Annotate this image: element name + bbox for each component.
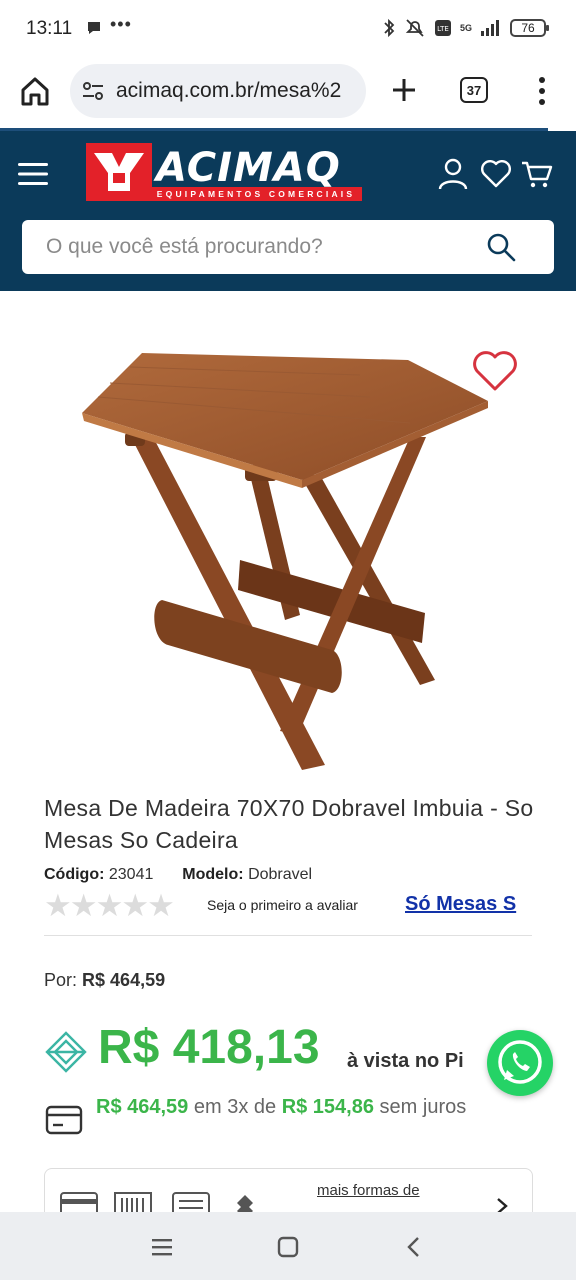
recent-apps-icon[interactable] <box>150 1236 174 1258</box>
status-time: 13:11 <box>26 18 73 39</box>
volte-icon: LTE <box>434 20 451 36</box>
logo-emblem <box>86 143 152 201</box>
divider <box>44 935 532 936</box>
site-logo[interactable]: ACIMAQ EQUIPAMENTOS COMERCIAIS <box>86 143 362 203</box>
model-value: Dobravel <box>248 866 313 883</box>
more-payment-options-link[interactable]: mais formas de <box>317 1182 420 1199</box>
price-label: Por: <box>44 970 78 990</box>
browser-menu-icon[interactable] <box>536 76 548 106</box>
cash-price-suffix: à vista no Pi <box>347 1050 464 1072</box>
whatsapp-button[interactable] <box>487 1030 553 1096</box>
pix-icon <box>45 1031 87 1073</box>
logo-wordmark: ACIMAQ <box>156 145 341 191</box>
svg-text:LTE: LTE <box>437 25 449 33</box>
model-label: Modelo: <box>182 866 244 883</box>
product-meta: Código: 23041 Modelo: Dobravel <box>44 866 312 884</box>
search-input[interactable]: O que você está procurando? <box>22 220 554 274</box>
cash-price: R$ 418,13 <box>98 1021 320 1074</box>
cart-icon[interactable] <box>521 157 553 191</box>
code-label: Código: <box>44 866 105 883</box>
regular-price: Por: R$ 464,59 <box>44 970 165 991</box>
status-bar: 13:11 ••• LTE 5G 76 <box>0 0 576 58</box>
more-notifications-icon: ••• <box>110 14 132 34</box>
signal-icon <box>481 20 499 36</box>
product-image[interactable] <box>70 345 510 775</box>
installment-text: em 3x de <box>193 1096 277 1118</box>
installment-info: R$ 464,59 em 3x de R$ 154,86 sem juros <box>96 1094 526 1121</box>
rating-stars[interactable]: ★★★★★ <box>44 888 175 924</box>
url-text: acimaq.com.br/mesa%2 <box>116 79 342 102</box>
rating-prompt[interactable]: Seja o primeiro a avaliar <box>207 897 358 913</box>
code-value: 23041 <box>108 866 154 883</box>
message-icon <box>88 22 100 34</box>
logo-emblem-icon <box>94 153 144 191</box>
site-settings-icon[interactable] <box>82 81 104 101</box>
status-icons: LTE 5G 76 <box>382 18 549 38</box>
credit-card-icon <box>45 1105 83 1135</box>
wishlist-heart-icon[interactable] <box>480 157 512 191</box>
browser-toolbar: acimaq.com.br/mesa%2 37 <box>0 58 576 130</box>
whatsapp-icon <box>498 1040 542 1084</box>
regular-price-value: R$ 464,59 <box>82 970 166 990</box>
user-account-icon[interactable] <box>437 157 469 191</box>
brand-link[interactable]: Só Mesas S <box>405 893 516 916</box>
installment-total: R$ 464,59 <box>96 1096 189 1118</box>
tab-switcher-button[interactable]: 37 <box>460 77 488 103</box>
site-header: ACIMAQ EQUIPAMENTOS COMERCIAIS O que voc… <box>0 131 576 291</box>
installment-value: R$ 154,86 <box>281 1096 374 1118</box>
menu-icon[interactable] <box>18 161 48 187</box>
new-tab-icon[interactable] <box>390 76 418 104</box>
search-placeholder: O que você está procurando? <box>46 235 323 258</box>
back-icon[interactable] <box>402 1236 426 1258</box>
address-bar[interactable]: acimaq.com.br/mesa%2 <box>70 64 366 118</box>
product-title: Mesa De Madeira 70X70 Dobravel Imbuia - … <box>44 795 534 853</box>
installment-suffix: sem juros <box>379 1096 467 1118</box>
search-icon[interactable] <box>486 232 516 262</box>
mute-icon <box>405 19 424 37</box>
bluetooth-icon <box>384 18 395 38</box>
logo-tagline: EQUIPAMENTOS COMERCIAIS <box>150 187 362 201</box>
network-type: 5G <box>459 22 472 33</box>
battery-icon: 76 <box>510 19 549 37</box>
add-to-favorites-icon[interactable] <box>472 350 518 392</box>
system-nav-bar <box>0 1212 576 1280</box>
home-icon[interactable] <box>18 74 52 108</box>
home-nav-icon[interactable] <box>276 1236 300 1258</box>
